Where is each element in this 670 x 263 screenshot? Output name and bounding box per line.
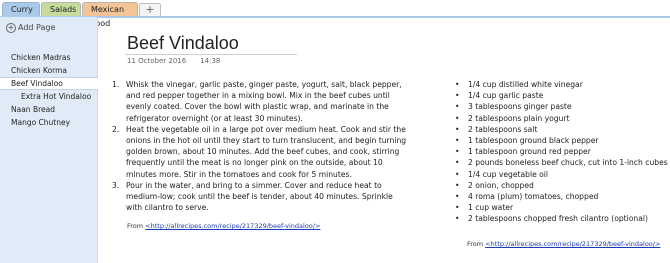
page-time: 14:38 <box>200 57 221 65</box>
step-text: Whisk the vinegar, garlic paste, ginger … <box>126 80 402 123</box>
ingredient-item: • 2 onion, chopped <box>455 180 665 191</box>
source-citation: From <http://allrecipes.com/recipe/21732… <box>127 222 320 230</box>
bullet-icon: • <box>455 169 460 179</box>
tab-salads[interactable]: Salads <box>41 2 81 17</box>
step-number: 1. <box>112 80 120 89</box>
bullet-icon: • <box>455 124 460 134</box>
title-divider <box>125 54 297 55</box>
ingredient-item: • 2 tablespoons chopped fresh cilantro (o… <box>455 213 665 224</box>
ingredient-item: • 1 tablespoon ground red pepper <box>455 146 665 157</box>
ingredients-list[interactable]: • 1/4 cup distilled white vinegar • 1/4 cup… <box>455 79 668 225</box>
tab-label: Curry <box>11 5 33 14</box>
ingredient-text: 1/4 cup garlic paste <box>468 91 544 101</box>
ingredient-item: • 3 tablespoons ginger paste <box>455 101 665 112</box>
bullet-icon: • <box>455 113 460 123</box>
add-page-button[interactable]: + Add Page <box>6 21 55 35</box>
source-prefix: From <box>467 240 486 248</box>
method-step: 1. Whisk the vinegar, garlic paste, ginge… <box>111 79 411 124</box>
source-citation: From <http://allrecipes.com/recipe/21732… <box>467 240 660 248</box>
page-item[interactable]: Naan Bread <box>0 103 98 116</box>
step-text: Pour in the water, and bring to a simmer… <box>126 180 393 213</box>
ingredient-item: • 1/4 cup distilled white vinegar <box>455 79 665 90</box>
tab-mexican-food[interactable]: Mexican Food <box>82 2 138 28</box>
ingredient-text: 2 tablespoons salt <box>468 124 538 134</box>
method-steps-list[interactable]: 1. Whisk the vinegar, garlic paste, ginge… <box>111 79 411 213</box>
ingredient-text: 4 roma (plum) tomatoes, chopped <box>468 192 599 202</box>
page-item[interactable]: Chicken Madras <box>0 51 98 64</box>
ingredient-item: • 2 tablespoons salt <box>455 124 665 135</box>
tab-label: Salads <box>50 5 77 14</box>
step-number: 3. <box>112 180 120 190</box>
ingredient-text: 1/4 cup distilled white vinegar <box>468 80 583 89</box>
ingredient-text: 2 pounds boneless beef chuck, cut into 1… <box>468 158 668 168</box>
ingredient-item: • 1/4 cup garlic paste <box>455 90 665 101</box>
bullet-icon: • <box>455 91 460 101</box>
ingredient-item: • 1 cup water <box>455 202 665 213</box>
page-date-time: 11 October 2016 14:38 <box>127 57 234 65</box>
ingredient-text: 2 onion, chopped <box>468 180 534 190</box>
page-item[interactable]: Beef Vindaloo <box>0 77 98 90</box>
step-number: 2. <box>112 124 120 134</box>
ingredient-text: 1/4 cup vegetable oil <box>468 169 549 179</box>
ingredient-text: 3 tablespoons ginger paste <box>468 102 572 112</box>
bullet-icon: • <box>455 80 460 89</box>
page-date: 11 October 2016 <box>127 57 187 65</box>
tab-curry[interactable]: Curry <box>2 2 40 17</box>
source-prefix: From <box>127 222 146 230</box>
bullet-icon: • <box>455 147 460 157</box>
page-item[interactable]: Chicken Korma <box>0 64 98 77</box>
bullet-icon: • <box>455 180 460 190</box>
method-step: 2. Heat the vegetable oil in a large pot … <box>111 124 411 180</box>
ingredient-text: 1 tablespoon ground red pepper <box>468 147 591 157</box>
ingredient-item: • 1/4 cup vegetable oil <box>455 169 665 180</box>
add-circle-icon: + <box>6 23 16 33</box>
page-list: Chicken Madras Chicken Korma Beef Vindaloo… <box>0 51 98 129</box>
source-link[interactable]: <http://allrecipes.com/recipe/217329/bee… <box>485 240 660 248</box>
bullet-icon: • <box>455 136 460 146</box>
page-list-sidebar: + Add Page Chicken Madras Chicken Korma Bee… <box>0 17 98 263</box>
ingredient-text: 2 tablespoons plain yogurt <box>468 113 570 123</box>
bullet-icon: • <box>455 192 460 202</box>
page-item[interactable]: Extra Hot Vindaloo <box>0 90 98 103</box>
ingredient-item: • 2 tablespoons plain yogurt <box>455 113 665 124</box>
page-title[interactable]: Beef Vindaloo <box>127 33 239 54</box>
ingredient-item: • 4 roma (plum) tomatoes, chopped <box>455 191 665 202</box>
ingredient-text: 2 tablespoons chopped fresh cilantro (op… <box>468 214 648 224</box>
add-section-button[interactable]: + <box>139 3 161 17</box>
tab-strip-underline <box>0 16 670 18</box>
source-link[interactable]: <http://allrecipes.com/recipe/217329/bee… <box>145 222 320 230</box>
ingredient-text: 1 cup water <box>468 203 514 213</box>
bullet-icon: • <box>455 102 460 112</box>
plus-icon: + <box>145 3 155 16</box>
step-text: Heat the vegetable oil in a large pot ov… <box>126 124 407 179</box>
add-page-label: Add Page <box>18 23 56 32</box>
method-step: 3. Pour in the water, and bring to a simm… <box>111 180 411 214</box>
ingredient-item: • 1 tablespoon ground black pepper <box>455 135 665 146</box>
bullet-icon: • <box>455 158 460 168</box>
bullet-icon: • <box>455 214 460 224</box>
page-item[interactable]: Mango Chutney <box>0 116 98 129</box>
ingredient-text: 1 tablespoon ground black pepper <box>468 136 599 146</box>
ingredient-item: • 2 pounds boneless beef chuck, cut into … <box>455 157 668 168</box>
section-tab-strip: Curry Salads Mexican Food + <box>0 0 670 28</box>
bullet-icon: • <box>455 203 460 213</box>
